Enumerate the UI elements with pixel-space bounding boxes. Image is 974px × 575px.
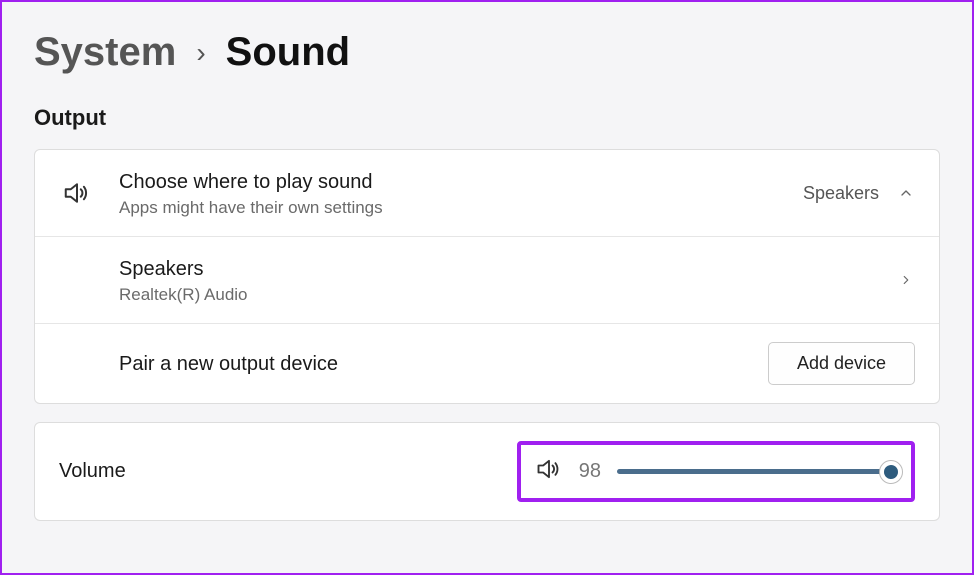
speaker-icon[interactable] [535, 455, 563, 488]
breadcrumb-parent[interactable]: System [34, 30, 176, 75]
breadcrumb-current: Sound [226, 30, 350, 75]
pair-device-title: Pair a new output device [119, 350, 768, 378]
device-name: Speakers [119, 255, 897, 283]
pair-device-row: Pair a new output device Add device [35, 324, 939, 403]
device-driver: Realtek(R) Audio [119, 285, 897, 305]
slider-track [617, 469, 897, 474]
volume-value: 98 [579, 460, 601, 483]
choose-output-selected: Speakers [803, 183, 879, 204]
output-device-group: Choose where to play sound Apps might ha… [34, 149, 940, 404]
output-section-title: Output [34, 105, 940, 131]
volume-label: Volume [59, 460, 126, 483]
breadcrumb: System › Sound [34, 30, 940, 75]
add-device-button[interactable]: Add device [768, 342, 915, 385]
speaker-icon [59, 178, 95, 208]
chevron-right-icon: › [196, 37, 205, 69]
volume-slider[interactable] [617, 462, 897, 482]
choose-output-title: Choose where to play sound [119, 168, 803, 196]
chevron-up-icon [897, 184, 915, 202]
choose-output-row[interactable]: Choose where to play sound Apps might ha… [35, 150, 939, 237]
chevron-right-icon [897, 271, 915, 289]
volume-controls-highlight: 98 [517, 441, 915, 502]
choose-output-subtitle: Apps might have their own settings [119, 198, 803, 218]
volume-card: Volume 98 [34, 422, 940, 521]
slider-thumb[interactable] [879, 460, 903, 484]
speakers-device-row[interactable]: Speakers Realtek(R) Audio [35, 237, 939, 324]
